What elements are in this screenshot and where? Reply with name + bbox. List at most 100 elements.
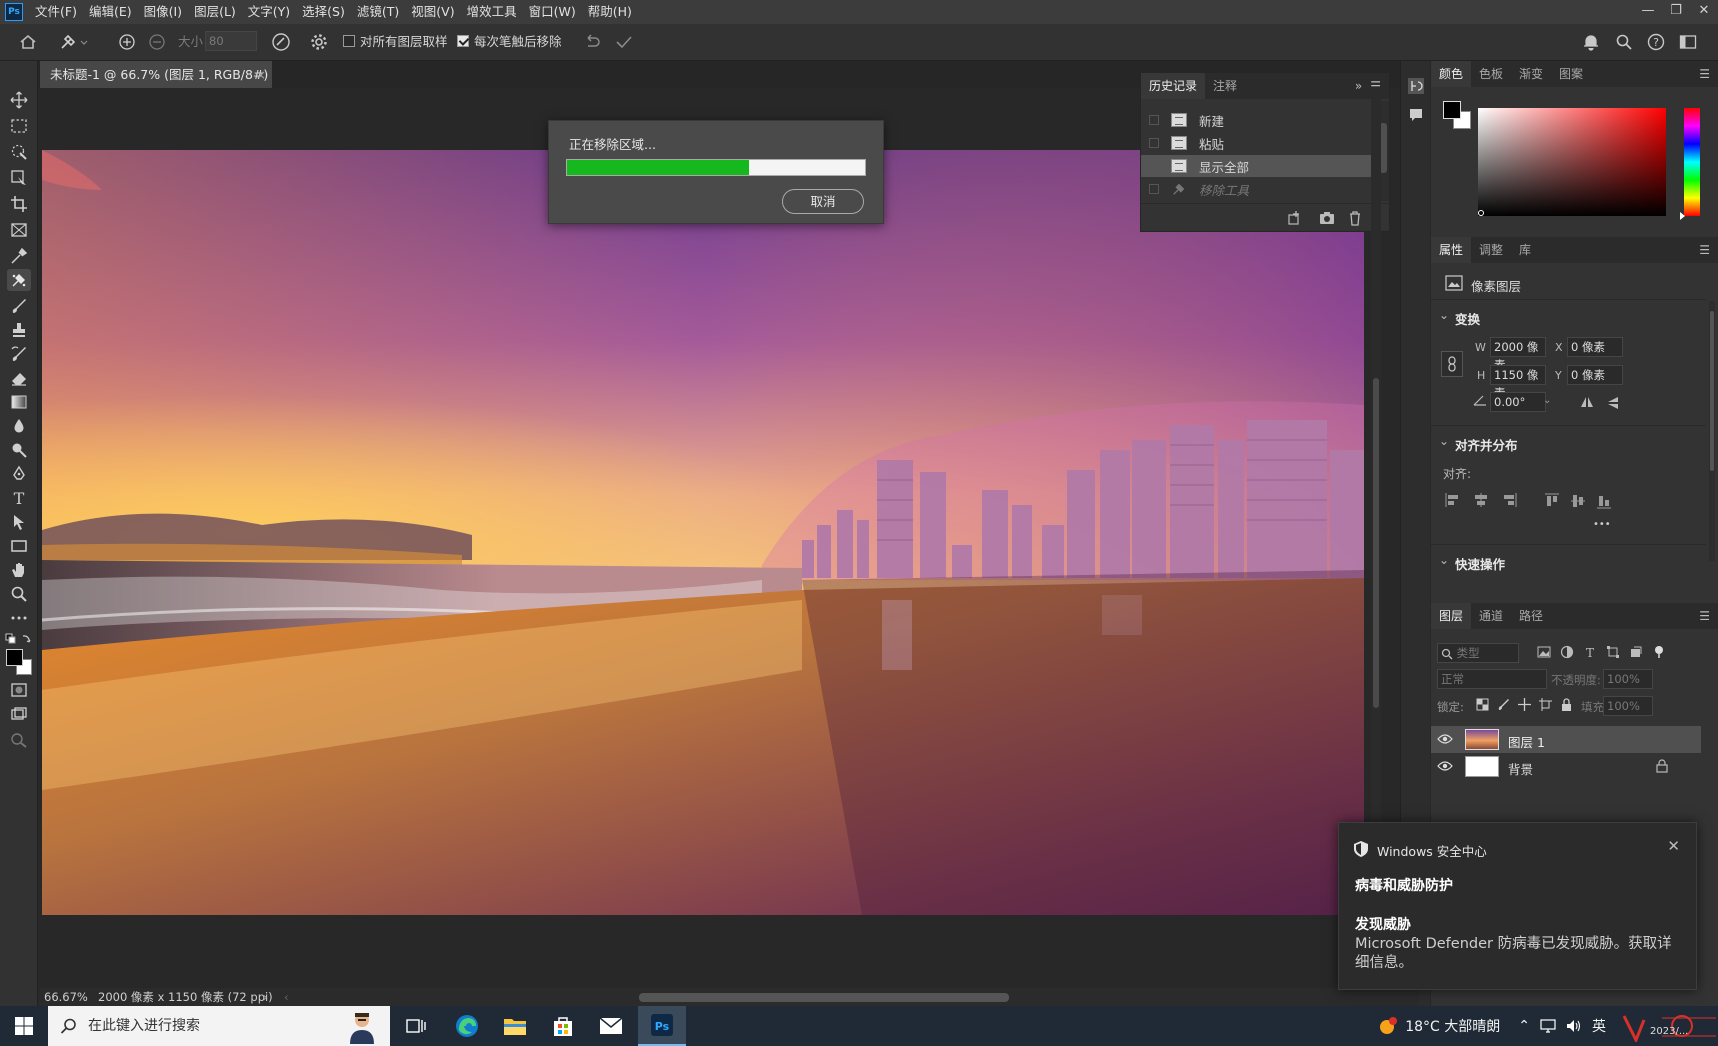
y-position-input[interactable]: 0 像素 <box>1567 365 1623 385</box>
tab-adjustments[interactable]: 调整 <box>1471 237 1511 263</box>
height-input[interactable]: 1150 像素 <box>1490 365 1546 400</box>
history-brush-tool-icon[interactable] <box>7 343 31 365</box>
chevron-down-icon[interactable]: ⌄ <box>1439 308 1449 322</box>
add-to-brush-icon[interactable] <box>116 30 138 54</box>
windows-security-notification[interactable]: Windows 安全中心 ✕ 病毒和威胁防护 发现威胁 Microsoft De… <box>1338 822 1697 990</box>
scroll-left-icon[interactable]: ‹ <box>284 988 289 1006</box>
weather-text[interactable]: 18°C 大部晴朗 <box>1405 1016 1500 1036</box>
cancel-button[interactable]: 取消 <box>782 189 864 214</box>
tab-gradients[interactable]: 渐变 <box>1511 61 1551 87</box>
history-item-pending[interactable]: 移除工具 <box>1141 178 1377 200</box>
file-explorer-icon[interactable] <box>491 1006 539 1046</box>
visibility-eye-icon[interactable] <box>1437 733 1453 745</box>
menu-image[interactable]: 图像(I) <box>138 0 188 24</box>
gradient-tool-icon[interactable] <box>7 391 31 413</box>
photoshop-taskbar-icon[interactable]: Ps <box>638 1006 686 1046</box>
flip-vertical-icon[interactable] <box>1606 395 1620 411</box>
filter-adjustment-icon[interactable] <box>1560 645 1574 659</box>
weather-sun-icon[interactable] <box>1377 1015 1399 1037</box>
document-canvas[interactable] <box>42 150 1364 915</box>
blur-tool-icon[interactable] <box>7 415 31 437</box>
filter-smart-object-icon[interactable] <box>1629 645 1643 659</box>
transform-section-title[interactable]: 变换 <box>1455 309 1480 328</box>
eyedropper-tool-icon[interactable] <box>7 245 31 267</box>
menu-select[interactable]: 选择(S) <box>296 0 351 24</box>
align-middle-v-icon[interactable] <box>1571 493 1585 509</box>
chevron-down-icon[interactable]: ⌄ <box>1439 434 1449 448</box>
filter-pixel-icon[interactable] <box>1537 645 1551 659</box>
align-center-h-icon[interactable] <box>1473 493 1489 509</box>
more-tools-icon[interactable] <box>7 607 31 629</box>
lock-artboard-icon[interactable] <box>1539 698 1552 711</box>
filter-type-icon[interactable]: T <box>1583 645 1597 659</box>
layer-row-selected[interactable]: 图层 1 <box>1431 726 1701 753</box>
rectangle-tool-icon[interactable] <box>7 535 31 557</box>
fill-input[interactable]: 100% <box>1603 696 1653 716</box>
flip-horizontal-icon[interactable] <box>1579 395 1595 409</box>
search-icon[interactable] <box>1613 30 1635 54</box>
mail-icon[interactable] <box>587 1006 635 1046</box>
tab-notes[interactable]: 注释 <box>1205 73 1245 99</box>
x-position-input[interactable]: 0 像素 <box>1567 337 1623 357</box>
size-input[interactable]: 80 <box>205 31 257 51</box>
frame-tool-icon[interactable] <box>7 219 31 241</box>
zoom-tool-icon[interactable] <box>7 583 31 605</box>
menu-edit[interactable]: 编辑(E) <box>83 0 138 24</box>
microsoft-store-icon[interactable] <box>539 1006 587 1046</box>
blend-mode-select[interactable]: 正常 <box>1437 669 1547 689</box>
screen-mode-icon[interactable] <box>7 703 31 725</box>
document-info[interactable]: 2000 像素 x 1150 像素 (72 ppi) <box>98 988 273 1006</box>
path-selection-tool-icon[interactable] <box>7 511 31 533</box>
tab-channels[interactable]: 通道 <box>1471 603 1511 629</box>
align-bottom-icon[interactable] <box>1597 493 1611 509</box>
minimize-icon[interactable]: — <box>1634 0 1662 24</box>
menu-filter[interactable]: 滤镜(T) <box>351 0 405 24</box>
menu-plugins[interactable]: 增效工具 <box>461 0 523 24</box>
tab-swatches[interactable]: 色板 <box>1471 61 1511 87</box>
clock-area[interactable]: 2023/... <box>1618 1006 1718 1046</box>
width-input[interactable]: 2000 像素 <box>1490 337 1546 372</box>
history-snapshot-checkbox[interactable] <box>1149 184 1159 194</box>
default-colors-icon[interactable] <box>5 633 33 647</box>
edge-browser-icon[interactable] <box>443 1006 491 1046</box>
crop-tool-icon[interactable] <box>7 193 31 215</box>
visibility-eye-icon[interactable] <box>1437 760 1453 772</box>
pressure-size-icon[interactable] <box>268 30 294 54</box>
document-tab[interactable]: 未标题-1 @ 66.7% (图层 1, RGB/8#) * × <box>40 61 272 109</box>
hue-slider[interactable] <box>1680 108 1700 220</box>
network-icon[interactable] <box>1540 1019 1556 1033</box>
workspace-layout-icon[interactable] <box>1677 30 1699 54</box>
menu-window[interactable]: 窗口(W) <box>523 0 582 24</box>
notifications-bell-icon[interactable] <box>1580 30 1602 54</box>
properties-menu-icon[interactable]: ☰ <box>1699 243 1718 257</box>
layers-menu-icon[interactable]: ☰ <box>1699 609 1718 623</box>
close-document-icon[interactable]: × <box>256 61 266 88</box>
delete-state-trash-icon[interactable] <box>1347 210 1363 226</box>
taskbar-search-box[interactable]: 在此键入进行搜索 <box>48 1006 390 1046</box>
notes-panel-icon[interactable] <box>1408 107 1424 123</box>
canvas-horizontal-scrollbar[interactable] <box>639 993 1009 1002</box>
menu-type[interactable]: 文字(Y) <box>242 0 296 24</box>
snapshot-camera-icon[interactable] <box>1319 210 1335 226</box>
history-item[interactable]: 新建 <box>1141 109 1377 131</box>
home-icon[interactable] <box>14 30 42 54</box>
dodge-tool-icon[interactable] <box>7 439 31 461</box>
history-panel-icon[interactable] <box>1407 77 1425 95</box>
clone-stamp-tool-icon[interactable] <box>7 319 31 341</box>
pen-tool-icon[interactable] <box>7 463 31 485</box>
tab-properties[interactable]: 属性 <box>1431 237 1472 263</box>
chevron-down-icon[interactable]: ⌄ <box>1439 553 1449 567</box>
more-align-options-icon[interactable]: ••• <box>1593 519 1611 530</box>
angle-input[interactable]: 0.00° <box>1490 392 1546 412</box>
restore-icon[interactable]: ❐ <box>1662 0 1690 24</box>
lock-paint-icon[interactable] <box>1497 698 1510 711</box>
close-window-icon[interactable]: ✕ <box>1690 0 1718 24</box>
history-item[interactable]: 粘贴 <box>1141 132 1377 154</box>
align-left-icon[interactable] <box>1445 493 1461 509</box>
color-picker-field[interactable] <box>1478 108 1666 216</box>
layer-filter-select[interactable]: 类型 <box>1437 643 1519 663</box>
tab-libraries[interactable]: 库 <box>1511 237 1539 263</box>
zoom-level[interactable]: 66.67% <box>44 988 88 1006</box>
properties-scrollbar[interactable] <box>1709 301 1715 561</box>
menu-file[interactable]: 文件(F) <box>29 0 83 24</box>
